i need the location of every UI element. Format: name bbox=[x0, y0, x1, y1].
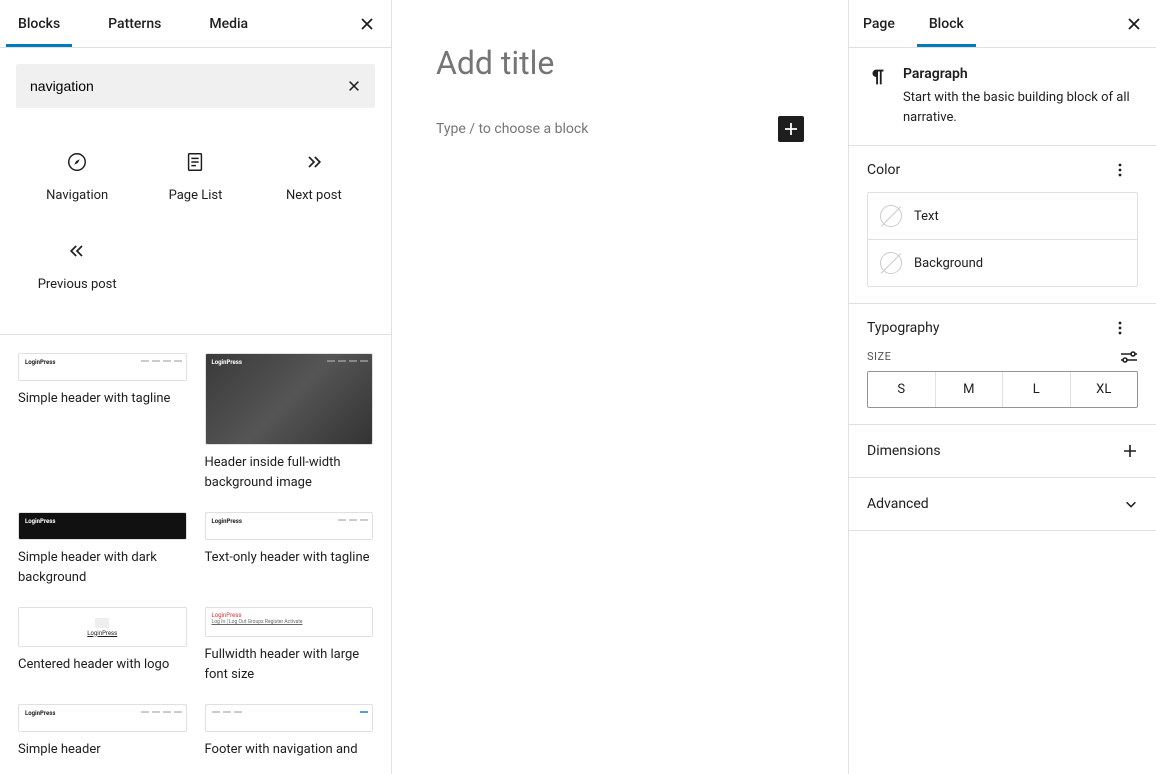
advanced-panel-toggle[interactable]: Advanced bbox=[849, 478, 1156, 531]
pattern-label: Fullwidth header with large font size bbox=[205, 645, 374, 684]
block-info-title: Paragraph bbox=[903, 66, 1138, 82]
paragraph-block-row: Type / to choose a block bbox=[436, 116, 804, 142]
block-label: Previous post bbox=[38, 277, 117, 292]
tab-media[interactable]: Media bbox=[209, 2, 248, 46]
size-label: SIZE bbox=[867, 350, 891, 363]
pattern-preview: LoginPress bbox=[18, 353, 187, 381]
text-color-control[interactable]: Text bbox=[868, 193, 1137, 239]
vertical-dots-icon bbox=[1118, 163, 1122, 177]
custom-size-toggle[interactable] bbox=[1120, 351, 1138, 363]
empty-swatch-icon bbox=[880, 205, 902, 227]
pattern-item[interactable]: Footer with navigation and bbox=[205, 704, 374, 760]
chevron-down-icon bbox=[1124, 497, 1138, 511]
inserter-tabs: Blocks Patterns Media bbox=[0, 0, 391, 48]
block-inserter-panel: Blocks Patterns Media Navigation bbox=[0, 0, 392, 774]
inserter-scroll-area[interactable]: Navigation Page List Next post Previous … bbox=[0, 48, 391, 774]
color-options-button[interactable] bbox=[1118, 163, 1138, 177]
size-xl-button[interactable]: XL bbox=[1070, 372, 1138, 407]
pattern-item[interactable]: LoginPress Log In | Log Out Groups Regis… bbox=[205, 607, 374, 684]
clear-search-button[interactable] bbox=[333, 69, 375, 103]
panel-title-advanced: Advanced bbox=[867, 496, 929, 512]
editor-canvas: Add title Type / to choose a block bbox=[392, 0, 848, 774]
paragraph-icon bbox=[867, 66, 889, 88]
pattern-item[interactable]: LoginPress Simple header with dark backg… bbox=[18, 512, 187, 587]
pattern-item[interactable]: LoginPress Text-only header with tagline bbox=[205, 512, 374, 587]
paragraph-placeholder[interactable]: Type / to choose a block bbox=[436, 121, 588, 137]
sliders-icon bbox=[1120, 351, 1138, 363]
pattern-item[interactable]: LoginPress Simple header bbox=[18, 704, 187, 760]
close-settings-button[interactable] bbox=[1126, 16, 1142, 32]
block-next-post[interactable]: Next post bbox=[255, 132, 373, 221]
color-control-label: Background bbox=[914, 256, 983, 271]
pattern-preview: LoginPress Log In | Log Out Groups Regis… bbox=[205, 607, 374, 637]
block-label: Page List bbox=[169, 188, 223, 203]
block-label: Next post bbox=[286, 188, 342, 203]
pattern-preview: LoginPress bbox=[205, 353, 374, 445]
pattern-results-grid: LoginPress Simple header with tagline Lo… bbox=[0, 334, 391, 774]
pattern-label: Simple header with tagline bbox=[18, 389, 187, 409]
block-results-grid: Navigation Page List Next post Previous … bbox=[0, 124, 391, 334]
dimensions-panel-toggle[interactable]: Dimensions bbox=[849, 425, 1156, 478]
block-label: Navigation bbox=[46, 188, 108, 203]
settings-panel: Page Block Paragraph Start with the basi… bbox=[848, 0, 1156, 774]
pattern-label: Header inside full-width background imag… bbox=[205, 453, 374, 492]
typography-panel: Typography SIZE S M L XL bbox=[849, 304, 1156, 425]
close-inserter-button[interactable] bbox=[355, 12, 379, 36]
background-color-control[interactable]: Background bbox=[868, 239, 1137, 286]
tab-block[interactable]: Block bbox=[929, 2, 964, 46]
tab-blocks[interactable]: Blocks bbox=[18, 2, 60, 46]
chevrons-left-icon bbox=[65, 239, 89, 263]
pattern-preview: LoginPress bbox=[18, 512, 187, 540]
vertical-dots-icon bbox=[1118, 321, 1122, 335]
block-navigation[interactable]: Navigation bbox=[18, 132, 136, 221]
close-icon bbox=[1126, 16, 1142, 32]
empty-swatch-icon bbox=[880, 252, 902, 274]
size-m-button[interactable]: M bbox=[935, 372, 1003, 407]
typography-options-button[interactable] bbox=[1118, 321, 1138, 335]
block-page-list[interactable]: Page List bbox=[136, 132, 254, 221]
pattern-label: Simple header bbox=[18, 740, 187, 760]
pattern-preview: LoginPress bbox=[205, 512, 374, 540]
panel-title-dimensions: Dimensions bbox=[867, 443, 941, 459]
pattern-item[interactable]: LoginPress Header inside full-width back… bbox=[205, 353, 374, 492]
color-control-label: Text bbox=[914, 209, 939, 224]
block-info-card: Paragraph Start with the basic building … bbox=[849, 48, 1156, 146]
pattern-label: Centered header with logo bbox=[18, 655, 187, 675]
block-info-description: Start with the basic building block of a… bbox=[903, 88, 1138, 127]
block-previous-post[interactable]: Previous post bbox=[18, 221, 136, 310]
plus-icon bbox=[783, 121, 799, 137]
size-s-button[interactable]: S bbox=[868, 372, 935, 407]
pattern-preview: LoginPress bbox=[18, 607, 187, 647]
settings-tabs: Page Block bbox=[849, 0, 1156, 48]
tab-patterns[interactable]: Patterns bbox=[108, 2, 161, 46]
tab-page[interactable]: Page bbox=[863, 2, 895, 46]
chevrons-right-icon bbox=[302, 150, 326, 174]
pagelist-icon bbox=[183, 150, 207, 174]
pattern-label: Footer with navigation and bbox=[205, 740, 374, 760]
compass-icon bbox=[65, 150, 89, 174]
panel-title-color: Color bbox=[867, 162, 900, 178]
size-segmented-control: S M L XL bbox=[867, 371, 1138, 408]
pattern-item[interactable]: LoginPress Simple header with tagline bbox=[18, 353, 187, 492]
pattern-label: Text-only header with tagline bbox=[205, 548, 374, 568]
close-icon bbox=[347, 79, 361, 93]
plus-icon bbox=[1122, 443, 1138, 459]
search-input[interactable] bbox=[16, 66, 333, 106]
pattern-label: Simple header with dark background bbox=[18, 548, 187, 587]
pattern-item[interactable]: LoginPress Centered header with logo bbox=[18, 607, 187, 684]
color-panel: Color Text Background bbox=[849, 146, 1156, 304]
add-block-button[interactable] bbox=[778, 116, 804, 142]
post-title-input[interactable]: Add title bbox=[436, 44, 804, 82]
panel-title-typography: Typography bbox=[867, 320, 939, 336]
search-box bbox=[16, 64, 375, 108]
close-icon bbox=[359, 16, 375, 32]
size-l-button[interactable]: L bbox=[1002, 372, 1070, 407]
pattern-preview: LoginPress bbox=[18, 704, 187, 732]
pattern-preview bbox=[205, 704, 374, 732]
